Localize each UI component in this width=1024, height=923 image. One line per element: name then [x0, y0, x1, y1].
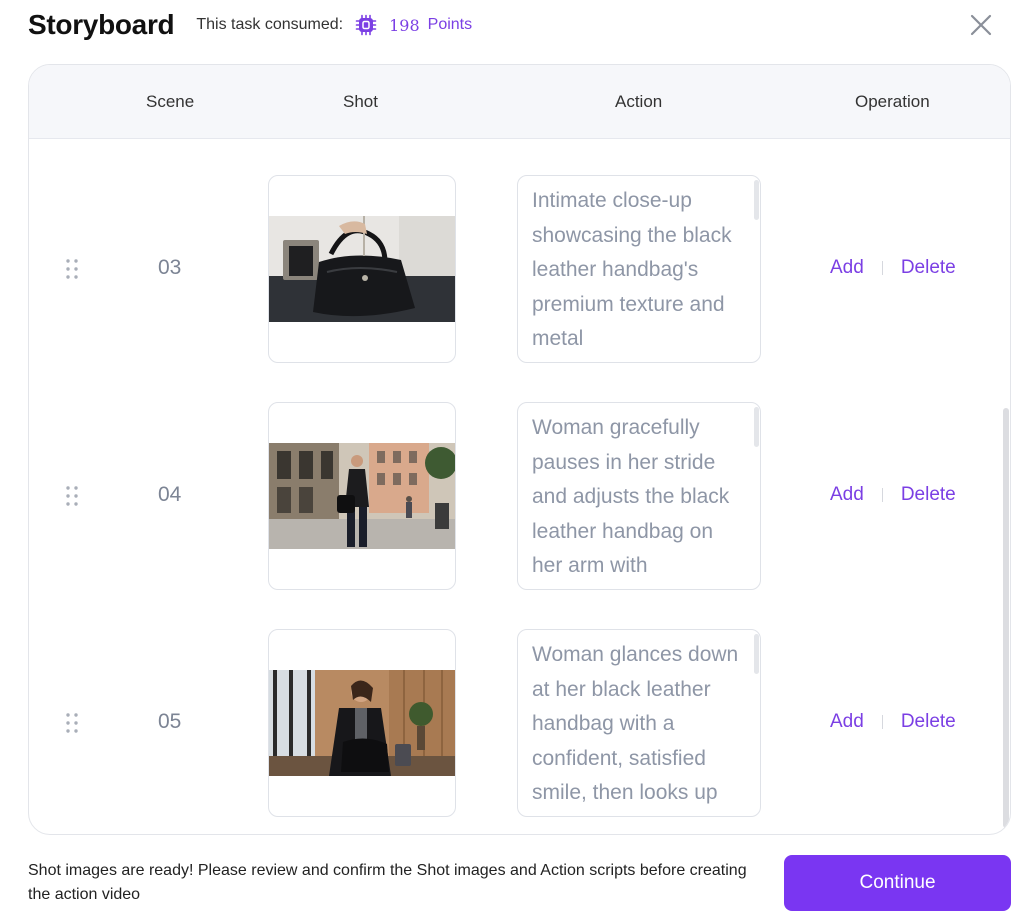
shot-image[interactable] — [268, 402, 456, 590]
action-scrollbar[interactable] — [754, 634, 759, 674]
street-woman-image — [269, 443, 455, 549]
action-script-text: Woman glances down at her black leather … — [532, 643, 739, 805]
table-row: 03 Intimate close-up showcasing the blac… — [29, 175, 1010, 363]
action-scrollbar[interactable] — [754, 180, 759, 220]
column-header-operation: Operation — [855, 92, 930, 111]
points-unit: Points — [427, 16, 473, 33]
action-scrollbar[interactable] — [754, 407, 759, 447]
divider — [881, 261, 883, 275]
drag-handle-icon[interactable] — [65, 258, 79, 280]
table-header: Scene Shot Action Operation — [29, 65, 1010, 139]
action-script-text: Intimate close-up showcasing the black l… — [532, 189, 732, 351]
scene-number: 05 — [158, 710, 182, 733]
row-operations: Add Delete — [830, 711, 956, 733]
add-button[interactable]: Add — [830, 711, 864, 733]
add-button[interactable]: Add — [830, 257, 864, 279]
header: Storyboard This task consumed: 198 Point… — [28, 6, 996, 44]
chip-icon — [355, 14, 377, 36]
consumed-label: This task consumed: — [196, 16, 344, 33]
continue-button[interactable]: Continue — [784, 855, 1011, 911]
row-operations: Add Delete — [830, 484, 956, 506]
table-scrollbar[interactable] — [1003, 408, 1009, 828]
divider — [881, 488, 883, 502]
office-woman-image — [269, 670, 455, 776]
drag-handle-icon[interactable] — [65, 485, 79, 507]
column-header-shot: Shot — [343, 92, 378, 111]
page-title: Storyboard — [28, 9, 175, 40]
column-header-action: Action — [615, 92, 663, 111]
divider — [881, 715, 883, 729]
action-script-text: Woman gracefully pauses in her stride an… — [532, 416, 730, 578]
points-value: 198 — [389, 15, 420, 35]
delete-button[interactable]: Delete — [901, 484, 956, 506]
table-row: 04 Woman gracefully pauses in her stride… — [29, 402, 1010, 590]
action-script-input[interactable]: Woman gracefully pauses in her stride an… — [517, 402, 761, 590]
drag-handle-icon[interactable] — [65, 712, 79, 734]
scene-number: 03 — [158, 256, 182, 279]
close-icon[interactable] — [966, 10, 996, 40]
storyboard-table: Scene Shot Action Operation 03 Intimate … — [28, 64, 1011, 835]
status-message: Shot images are ready! Please review and… — [28, 862, 747, 903]
action-script-input[interactable]: Intimate close-up showcasing the black l… — [517, 175, 761, 363]
delete-button[interactable]: Delete — [901, 711, 956, 733]
shot-image[interactable] — [268, 175, 456, 363]
delete-button[interactable]: Delete — [901, 257, 956, 279]
scene-number: 04 — [158, 483, 182, 506]
handbag-closeup-image — [269, 216, 455, 322]
column-header-scene: Scene — [146, 92, 195, 111]
row-operations: Add Delete — [830, 257, 956, 279]
action-script-input[interactable]: Woman glances down at her black leather … — [517, 629, 761, 817]
shot-image[interactable] — [268, 629, 456, 817]
points-consumed: This task consumed: 198 Points — [196, 14, 472, 36]
table-row: 05 Woman glances down at her black leath… — [29, 629, 1010, 817]
add-button[interactable]: Add — [830, 484, 864, 506]
